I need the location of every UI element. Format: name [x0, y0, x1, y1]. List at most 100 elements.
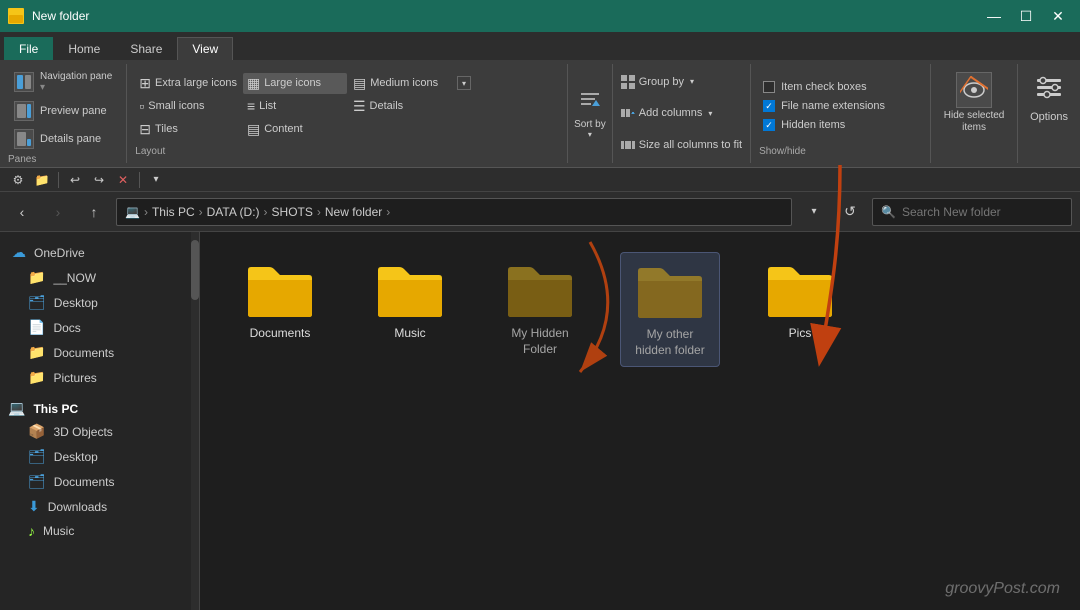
- refresh-button[interactable]: ↺: [836, 198, 864, 226]
- folder-item-my-hidden-folder[interactable]: My Hidden Folder: [490, 252, 590, 365]
- sort-svg: [579, 89, 601, 111]
- options-button[interactable]: Options: [1026, 68, 1072, 127]
- maximize-button[interactable]: ☐: [1012, 6, 1040, 26]
- medium-icons-button[interactable]: ▤ Medium icons: [349, 73, 453, 94]
- up-button[interactable]: ↑: [80, 198, 108, 226]
- ribbon-panes-section: Navigation pane ▾ Preview pane: [0, 64, 127, 163]
- documents2-icon: 🗂: [28, 473, 46, 490]
- extra-large-icons-button[interactable]: ⊞ Extra large icons: [135, 73, 241, 94]
- folder-label-my-other-hidden: My other hidden folder: [629, 327, 711, 358]
- quick-access-toolbar: ⚙ 📁 ↩ ↪ ✕ ▾: [0, 168, 1080, 192]
- navigation-pane-button[interactable]: Navigation pane ▾: [8, 68, 118, 96]
- file-name-extensions-toggle[interactable]: File name extensions: [759, 98, 922, 114]
- dropdown-button[interactable]: ▾: [800, 198, 828, 226]
- address-path[interactable]: 💻 › This PC › DATA (D:) › SHOTS › New fo…: [116, 198, 792, 226]
- computer-icon: 💻: [8, 400, 25, 417]
- qat-delete-button[interactable]: ✕: [113, 170, 133, 190]
- folder-svg-documents: [244, 260, 316, 320]
- qat-properties-button[interactable]: ⚙: [8, 170, 28, 190]
- qat-new-folder-button[interactable]: 📁: [32, 170, 52, 190]
- list-button[interactable]: ≡ List: [243, 96, 347, 117]
- sidebar-scrollbar[interactable]: [191, 232, 199, 610]
- 3d-objects-icon: 📦: [28, 423, 45, 440]
- hidden-items-checkbox: [763, 119, 775, 131]
- item-checkboxes-checkbox: [763, 81, 775, 93]
- folder-item-pics[interactable]: Pics: [750, 252, 850, 350]
- group-by-icon: [621, 75, 635, 89]
- forward-button[interactable]: ›: [44, 198, 72, 226]
- size-columns-icon: [621, 138, 635, 152]
- folder-svg-music: [374, 260, 446, 320]
- add-columns-button[interactable]: Add columns ▾: [617, 104, 746, 122]
- tiles-button[interactable]: ⊟ Tiles: [135, 119, 241, 140]
- sidebar-scrollbar-thumb[interactable]: [191, 240, 199, 300]
- options-svg: [1033, 72, 1065, 104]
- details-pane-button[interactable]: Details pane: [8, 126, 107, 152]
- folder-label-music: Music: [394, 326, 425, 342]
- path-separator-0: ›: [144, 205, 148, 219]
- add-columns-icon: [621, 106, 635, 120]
- search-box[interactable]: 🔍: [872, 198, 1072, 226]
- sidebar-item-music[interactable]: ♪ Music: [0, 519, 199, 543]
- close-button[interactable]: ✕: [1044, 6, 1072, 26]
- preview-icon-svg: [16, 103, 32, 119]
- tab-file[interactable]: File: [4, 37, 53, 60]
- group-by-chevron-icon: ▾: [690, 77, 694, 86]
- path-shots[interactable]: SHOTS: [272, 205, 313, 219]
- qat-separator-2: [139, 172, 140, 188]
- folder-label-documents: Documents: [250, 326, 311, 342]
- sidebar-item-documents2[interactable]: 🗂 Documents: [0, 469, 199, 494]
- qat-expand-button[interactable]: ▾: [146, 170, 166, 190]
- back-button[interactable]: ‹: [8, 198, 36, 226]
- sidebar-item-desktop2[interactable]: 🗂 Desktop: [0, 444, 199, 469]
- content-button[interactable]: ▤ Content: [243, 119, 347, 140]
- qat-redo-button[interactable]: ↪: [89, 170, 109, 190]
- details-icon-svg: [16, 131, 32, 147]
- showhide-section: Item check boxes File name extensions Hi…: [751, 64, 931, 163]
- path-data-d[interactable]: DATA (D:): [207, 205, 260, 219]
- path-this-pc[interactable]: This PC: [152, 205, 195, 219]
- sidebar-item-documents[interactable]: 📁 Documents: [0, 340, 199, 365]
- sidebar-item-onedrive[interactable]: ☁ OneDrive: [0, 240, 199, 265]
- window-title: New folder: [32, 9, 972, 23]
- hide-selected-items-button[interactable]: Hide selected items: [939, 68, 1009, 138]
- preview-pane-button[interactable]: Preview pane: [8, 98, 113, 124]
- sidebar-label-desktop2: Desktop: [54, 450, 98, 464]
- path-new-folder[interactable]: New folder: [325, 205, 382, 219]
- watermark-text: groovyPost.com: [945, 580, 1060, 598]
- sidebar-item-downloads[interactable]: ⬇ Downloads: [0, 494, 199, 519]
- folder-item-music[interactable]: Music: [360, 252, 460, 350]
- size-all-columns-button[interactable]: Size all columns to fit: [617, 136, 746, 154]
- sidebar-group-this-pc[interactable]: 💻 This PC: [0, 394, 199, 419]
- sort-by-button[interactable]: Sort by ▾: [568, 64, 613, 163]
- details-button[interactable]: ☰ Details: [349, 96, 453, 117]
- sidebar-label-docs: Docs: [53, 321, 80, 335]
- address-bar: ‹ › ↑ 💻 › This PC › DATA (D:) › SHOTS › …: [0, 192, 1080, 232]
- sidebar: ☁ OneDrive 📁 __NOW 🗂 Desktop 📄 Docs 📁 Do…: [0, 232, 200, 610]
- path-separator-3: ›: [317, 205, 321, 219]
- details-icon: ☰: [353, 98, 366, 115]
- tab-view[interactable]: View: [177, 37, 233, 60]
- downloads-icon: ⬇: [28, 498, 40, 515]
- large-icons-button[interactable]: ▦ Large icons: [243, 73, 347, 94]
- small-icons-button[interactable]: ▫ Small icons: [135, 96, 241, 117]
- layout-expand-button[interactable]: ▾: [457, 76, 471, 90]
- sidebar-item-docs[interactable]: 📄 Docs: [0, 315, 199, 340]
- group-by-button[interactable]: Group by ▾: [617, 73, 746, 91]
- folder-item-my-other-hidden[interactable]: My other hidden folder: [620, 252, 720, 367]
- qat-undo-button[interactable]: ↩: [65, 170, 85, 190]
- tab-share[interactable]: Share: [115, 37, 177, 60]
- tab-home[interactable]: Home: [53, 37, 115, 60]
- sidebar-item-pictures[interactable]: 📁 Pictures: [0, 365, 199, 390]
- minimize-button[interactable]: —: [980, 6, 1008, 26]
- sort-icon: [579, 89, 601, 117]
- details-pane-label: Details pane: [40, 133, 101, 145]
- sidebar-item-now[interactable]: 📁 __NOW: [0, 265, 199, 290]
- search-input[interactable]: [902, 205, 1063, 219]
- hidden-items-toggle[interactable]: Hidden items: [759, 117, 922, 133]
- folder-item-documents[interactable]: Documents: [230, 252, 330, 350]
- sidebar-item-desktop[interactable]: 🗂 Desktop: [0, 290, 199, 315]
- sidebar-item-3d-objects[interactable]: 📦 3D Objects: [0, 419, 199, 444]
- item-checkboxes-toggle[interactable]: Item check boxes: [759, 79, 922, 95]
- sidebar-label-music: Music: [43, 524, 74, 538]
